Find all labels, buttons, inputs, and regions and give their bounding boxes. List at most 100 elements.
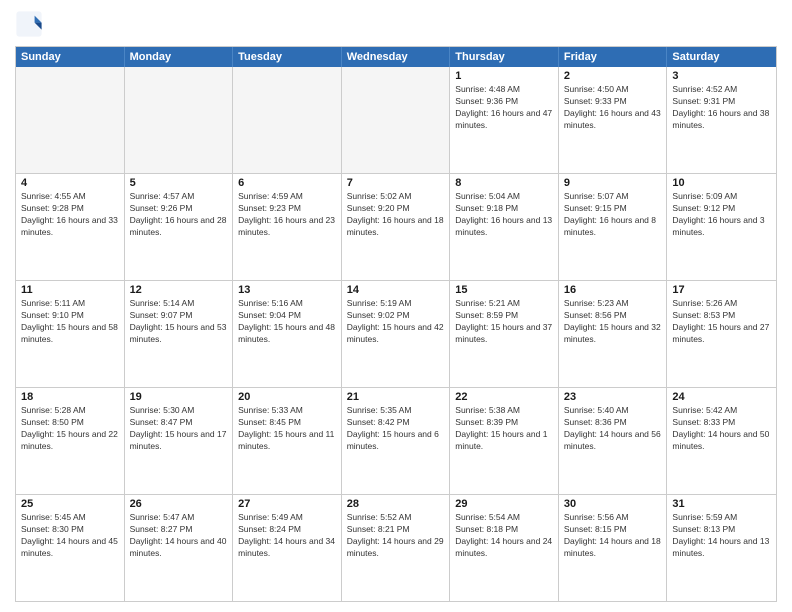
- day-number: 26: [130, 498, 228, 510]
- day-number: 6: [238, 177, 336, 189]
- calendar-header-cell: Wednesday: [342, 47, 451, 67]
- calendar-cell: 17 Sunrise: 5:26 AMSunset: 8:53 PMDayligh…: [667, 281, 776, 387]
- day-info: Sunrise: 4:50 AMSunset: 9:33 PMDaylight:…: [564, 84, 662, 132]
- day-info: Sunrise: 5:56 AMSunset: 8:15 PMDaylight:…: [564, 512, 662, 560]
- day-number: 29: [455, 498, 553, 510]
- calendar-cell: 6 Sunrise: 4:59 AMSunset: 9:23 PMDaylight…: [233, 174, 342, 280]
- day-info: Sunrise: 4:52 AMSunset: 9:31 PMDaylight:…: [672, 84, 771, 132]
- day-info: Sunrise: 5:42 AMSunset: 8:33 PMDaylight:…: [672, 405, 771, 453]
- day-info: Sunrise: 5:14 AMSunset: 9:07 PMDaylight:…: [130, 298, 228, 346]
- day-number: 22: [455, 391, 553, 403]
- day-info: Sunrise: 5:26 AMSunset: 8:53 PMDaylight:…: [672, 298, 771, 346]
- day-info: Sunrise: 5:21 AMSunset: 8:59 PMDaylight:…: [455, 298, 553, 346]
- day-info: Sunrise: 5:54 AMSunset: 8:18 PMDaylight:…: [455, 512, 553, 560]
- calendar-week-row: 18 Sunrise: 5:28 AMSunset: 8:50 PMDayligh…: [16, 387, 776, 494]
- day-number: 13: [238, 284, 336, 296]
- day-number: 10: [672, 177, 771, 189]
- day-info: Sunrise: 5:40 AMSunset: 8:36 PMDaylight:…: [564, 405, 662, 453]
- calendar-cell: 31Sunrise: 5:59 AMSunset: 8:13 PMDayligh…: [667, 495, 776, 601]
- calendar-cell: [342, 67, 451, 173]
- day-number: 15: [455, 284, 553, 296]
- day-info: Sunrise: 5:47 AMSunset: 8:27 PMDaylight:…: [130, 512, 228, 560]
- calendar-cell: 7Sunrise: 5:02 AMSunset: 9:20 PMDaylight…: [342, 174, 451, 280]
- calendar-cell: 13 Sunrise: 5:16 AMSunset: 9:04 PMDayligh…: [233, 281, 342, 387]
- day-number: 14: [347, 284, 445, 296]
- day-info: Sunrise: 5:28 AMSunset: 8:50 PMDaylight:…: [21, 405, 119, 453]
- day-info: Sunrise: 5:49 AMSunset: 8:24 PMDaylight:…: [238, 512, 336, 560]
- day-number: 21: [347, 391, 445, 403]
- calendar-cell: 24 Sunrise: 5:42 AMSunset: 8:33 PMDayligh…: [667, 388, 776, 494]
- calendar-header-cell: Tuesday: [233, 47, 342, 67]
- day-info: Sunrise: 4:59 AMSunset: 9:23 PMDaylight:…: [238, 191, 336, 239]
- calendar-cell: 16 Sunrise: 5:23 AMSunset: 8:56 PMDayligh…: [559, 281, 668, 387]
- calendar-header-cell: Sunday: [16, 47, 125, 67]
- calendar-body: 1Sunrise: 4:48 AMSunset: 9:36 PMDaylight…: [16, 67, 776, 601]
- header: [15, 10, 777, 38]
- day-number: 11: [21, 284, 119, 296]
- calendar-week-row: 1Sunrise: 4:48 AMSunset: 9:36 PMDaylight…: [16, 67, 776, 173]
- calendar-cell: 27 Sunrise: 5:49 AMSunset: 8:24 PMDayligh…: [233, 495, 342, 601]
- day-number: 30: [564, 498, 662, 510]
- calendar-cell: 23 Sunrise: 5:40 AMSunset: 8:36 PMDayligh…: [559, 388, 668, 494]
- calendar: SundayMondayTuesdayWednesdayThursdayFrid…: [15, 46, 777, 602]
- day-info: Sunrise: 5:52 AMSunset: 8:21 PMDaylight:…: [347, 512, 445, 560]
- calendar-header-cell: Friday: [559, 47, 668, 67]
- day-info: Sunrise: 5:38 AMSunset: 8:39 PMDaylight:…: [455, 405, 553, 453]
- day-number: 19: [130, 391, 228, 403]
- calendar-cell: 5 Sunrise: 4:57 AMSunset: 9:26 PMDaylight…: [125, 174, 234, 280]
- calendar-cell: 21 Sunrise: 5:35 AMSunset: 8:42 PMDayligh…: [342, 388, 451, 494]
- day-info: Sunrise: 5:59 AMSunset: 8:13 PMDaylight:…: [672, 512, 771, 560]
- logo: [15, 10, 47, 38]
- calendar-header-cell: Saturday: [667, 47, 776, 67]
- day-info: Sunrise: 5:07 AMSunset: 9:15 PMDaylight:…: [564, 191, 662, 239]
- day-number: 5: [130, 177, 228, 189]
- calendar-cell: [233, 67, 342, 173]
- calendar-header-cell: Thursday: [450, 47, 559, 67]
- day-number: 25: [21, 498, 119, 510]
- day-number: 16: [564, 284, 662, 296]
- calendar-cell: 3 Sunrise: 4:52 AMSunset: 9:31 PMDaylight…: [667, 67, 776, 173]
- day-info: Sunrise: 5:09 AMSunset: 9:12 PMDaylight:…: [672, 191, 771, 239]
- calendar-cell: [16, 67, 125, 173]
- day-number: 4: [21, 177, 119, 189]
- day-info: Sunrise: 4:55 AMSunset: 9:28 PMDaylight:…: [21, 191, 119, 239]
- calendar-cell: 22 Sunrise: 5:38 AMSunset: 8:39 PMDayligh…: [450, 388, 559, 494]
- calendar-week-row: 11 Sunrise: 5:11 AMSunset: 9:10 PMDayligh…: [16, 280, 776, 387]
- calendar-cell: 30 Sunrise: 5:56 AMSunset: 8:15 PMDayligh…: [559, 495, 668, 601]
- day-number: 23: [564, 391, 662, 403]
- day-number: 9: [564, 177, 662, 189]
- day-info: Sunrise: 5:23 AMSunset: 8:56 PMDaylight:…: [564, 298, 662, 346]
- calendar-cell: 28 Sunrise: 5:52 AMSunset: 8:21 PMDayligh…: [342, 495, 451, 601]
- day-number: 27: [238, 498, 336, 510]
- calendar-week-row: 25 Sunrise: 5:45 AMSunset: 8:30 PMDayligh…: [16, 494, 776, 601]
- day-number: 28: [347, 498, 445, 510]
- calendar-cell: 10 Sunrise: 5:09 AMSunset: 9:12 PMDayligh…: [667, 174, 776, 280]
- day-number: 20: [238, 391, 336, 403]
- calendar-cell: 26 Sunrise: 5:47 AMSunset: 8:27 PMDayligh…: [125, 495, 234, 601]
- calendar-cell: 15 Sunrise: 5:21 AMSunset: 8:59 PMDayligh…: [450, 281, 559, 387]
- calendar-cell: 1Sunrise: 4:48 AMSunset: 9:36 PMDaylight…: [450, 67, 559, 173]
- page: SundayMondayTuesdayWednesdayThursdayFrid…: [0, 0, 792, 612]
- day-info: Sunrise: 4:57 AMSunset: 9:26 PMDaylight:…: [130, 191, 228, 239]
- day-info: Sunrise: 5:45 AMSunset: 8:30 PMDaylight:…: [21, 512, 119, 560]
- day-info: Sunrise: 5:02 AMSunset: 9:20 PMDaylight:…: [347, 191, 445, 239]
- day-info: Sunrise: 5:11 AMSunset: 9:10 PMDaylight:…: [21, 298, 119, 346]
- calendar-cell: 2Sunrise: 4:50 AMSunset: 9:33 PMDaylight…: [559, 67, 668, 173]
- day-number: 18: [21, 391, 119, 403]
- day-number: 3: [672, 70, 771, 82]
- calendar-cell: [125, 67, 234, 173]
- day-number: 1: [455, 70, 553, 82]
- calendar-cell: 19Sunrise: 5:30 AMSunset: 8:47 PMDayligh…: [125, 388, 234, 494]
- day-info: Sunrise: 5:04 AMSunset: 9:18 PMDaylight:…: [455, 191, 553, 239]
- calendar-cell: 29 Sunrise: 5:54 AMSunset: 8:18 PMDayligh…: [450, 495, 559, 601]
- calendar-cell: 18 Sunrise: 5:28 AMSunset: 8:50 PMDayligh…: [16, 388, 125, 494]
- logo-icon: [15, 10, 43, 38]
- day-info: Sunrise: 5:16 AMSunset: 9:04 PMDaylight:…: [238, 298, 336, 346]
- calendar-week-row: 4 Sunrise: 4:55 AMSunset: 9:28 PMDaylight…: [16, 173, 776, 280]
- day-number: 17: [672, 284, 771, 296]
- day-info: Sunrise: 5:35 AMSunset: 8:42 PMDaylight:…: [347, 405, 445, 453]
- day-number: 24: [672, 391, 771, 403]
- calendar-cell: 9 Sunrise: 5:07 AMSunset: 9:15 PMDaylight…: [559, 174, 668, 280]
- calendar-header-row: SundayMondayTuesdayWednesdayThursdayFrid…: [16, 47, 776, 67]
- calendar-cell: 20Sunrise: 5:33 AMSunset: 8:45 PMDayligh…: [233, 388, 342, 494]
